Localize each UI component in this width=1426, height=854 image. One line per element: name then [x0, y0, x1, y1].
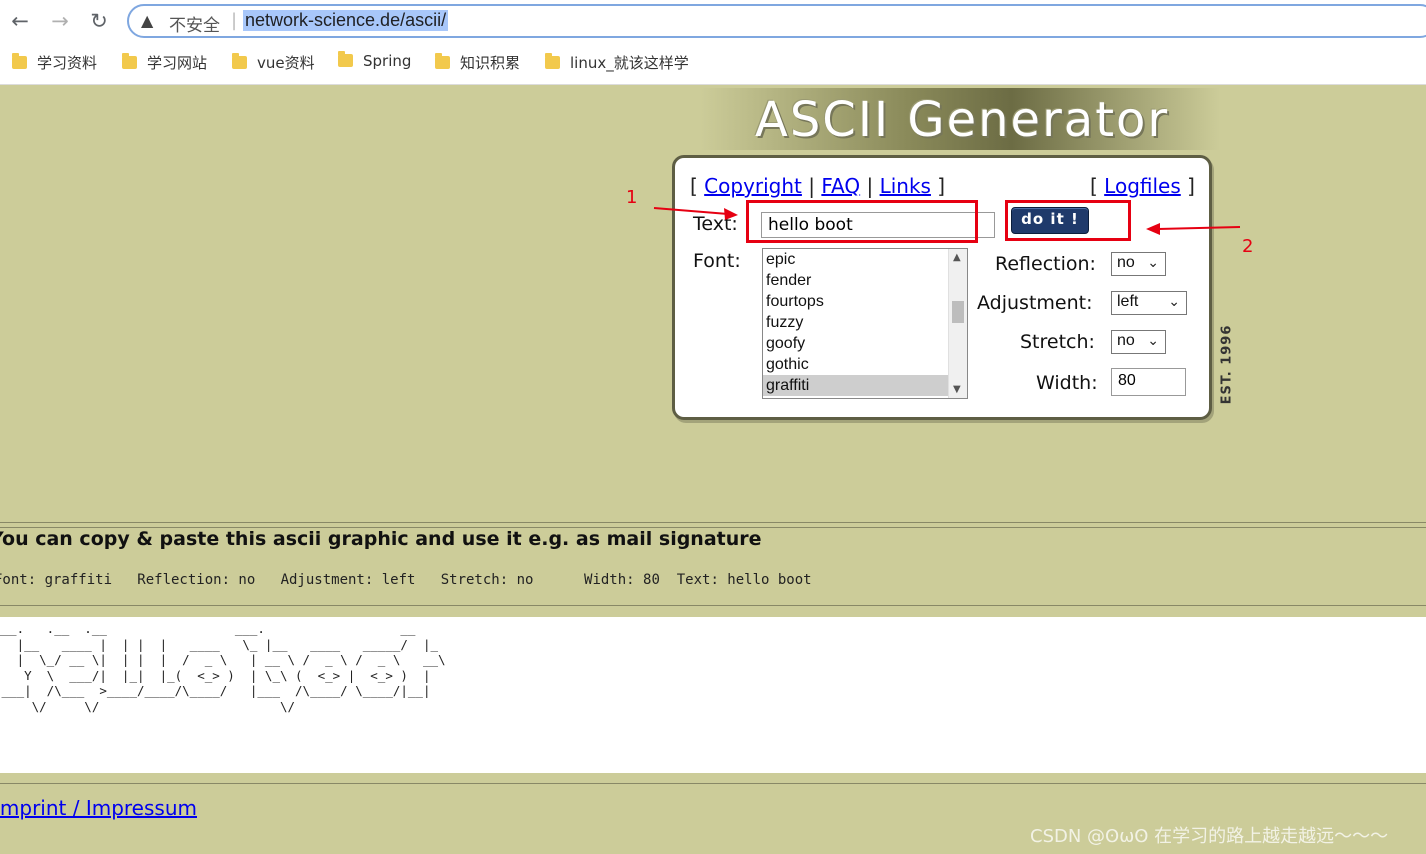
divider — [0, 783, 1426, 784]
ascii-output-area[interactable]: ___. .__ .__ ___. __ | |__ ____ | | | | … — [0, 617, 1426, 773]
copy-note: You can copy & paste this ascii graphic … — [0, 528, 762, 550]
csdn-watermark: CSDN @ʘωʘ 在学习的路上越走越远～～～ — [1030, 826, 1389, 847]
divider — [0, 522, 1426, 523]
ascii-art[interactable]: ___. .__ .__ ___. __ | |__ ____ | | | | … — [0, 621, 446, 714]
params-line: Font: graffiti Reflection: no Adjustment… — [0, 572, 812, 588]
divider — [0, 605, 1426, 606]
imprint-link[interactable]: Imprint / Impressum — [0, 796, 197, 820]
